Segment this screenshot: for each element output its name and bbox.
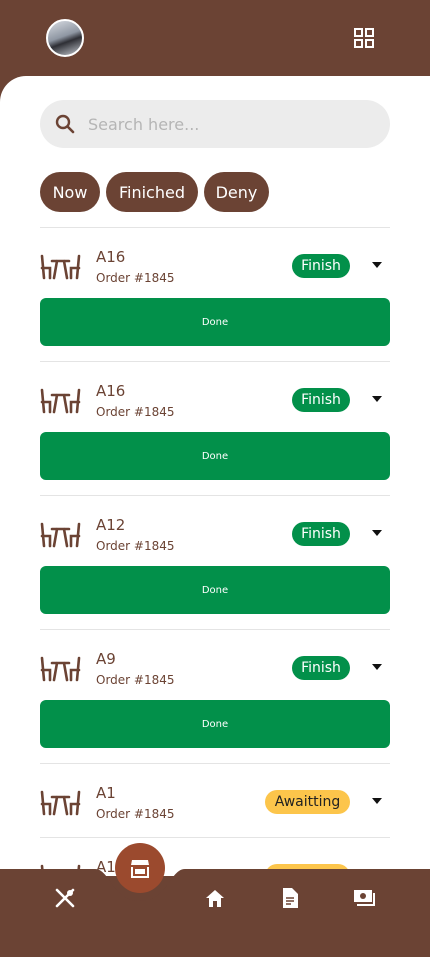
table-name: A9: [96, 650, 116, 668]
chevron-down-icon[interactable]: [372, 262, 382, 268]
search-icon: [55, 114, 75, 134]
done-button[interactable]: Done: [40, 432, 390, 480]
order-list: A16 Order #1845 Finish Done A16 Order #1…: [40, 227, 390, 876]
table-name: A16: [96, 248, 126, 266]
order-number: Order #1845: [96, 673, 175, 687]
status-badge: Finish: [292, 656, 350, 680]
table-name: A16: [96, 382, 126, 400]
filter-chips: Now Finiched Deny: [40, 172, 269, 212]
table-icon: [40, 790, 81, 816]
order-number: Order #1845: [96, 807, 175, 821]
chevron-down-icon[interactable]: [372, 664, 382, 670]
home-icon[interactable]: [203, 887, 227, 911]
utensils-icon[interactable]: [53, 886, 77, 910]
order-number: Order #1845: [96, 405, 175, 419]
status-badge: Finish: [292, 522, 350, 546]
avatar[interactable]: [46, 19, 84, 57]
table-name: A12: [96, 516, 126, 534]
search-input[interactable]: [88, 112, 368, 136]
status-badge: Finish: [292, 254, 350, 278]
chevron-down-icon[interactable]: [372, 396, 382, 402]
list-item: A1 Order #1845 Awaitting: [40, 763, 390, 837]
chevron-down-icon[interactable]: [372, 530, 382, 536]
done-button[interactable]: Done: [40, 298, 390, 346]
filter-deny[interactable]: Deny: [204, 172, 269, 212]
filter-finished[interactable]: Finiched: [106, 172, 198, 212]
list-item: A16 Order #1845 Finish Done: [40, 227, 390, 361]
chevron-down-icon[interactable]: [372, 798, 382, 804]
list-item: A12 Order #1845 Finish Done: [40, 495, 390, 629]
table-icon: [40, 656, 81, 682]
table-icon: [40, 388, 81, 414]
grid-icon[interactable]: [354, 28, 374, 48]
done-button[interactable]: Done: [40, 566, 390, 614]
store-button[interactable]: [115, 843, 165, 893]
bottom-nav: [0, 869, 430, 957]
list-item: A16 Order #1845 Finish Done: [40, 361, 390, 495]
order-number: Order #1845: [96, 539, 175, 553]
cash-icon[interactable]: [352, 886, 376, 910]
store-icon: [131, 860, 149, 878]
table-name: A1: [96, 784, 116, 802]
status-badge: Awaitting: [265, 790, 350, 814]
table-icon: [40, 254, 81, 280]
list-item: A9 Order #1845 Finish Done: [40, 629, 390, 763]
document-icon[interactable]: [278, 886, 302, 910]
status-badge: Finish: [292, 388, 350, 412]
order-number: Order #1845: [96, 271, 175, 285]
table-icon: [40, 522, 81, 548]
done-button[interactable]: Done: [40, 700, 390, 748]
content-panel: Now Finiched Deny A16 Order #1845 Finish…: [0, 76, 430, 876]
search-bar: [40, 100, 390, 148]
filter-now[interactable]: Now: [40, 172, 100, 212]
